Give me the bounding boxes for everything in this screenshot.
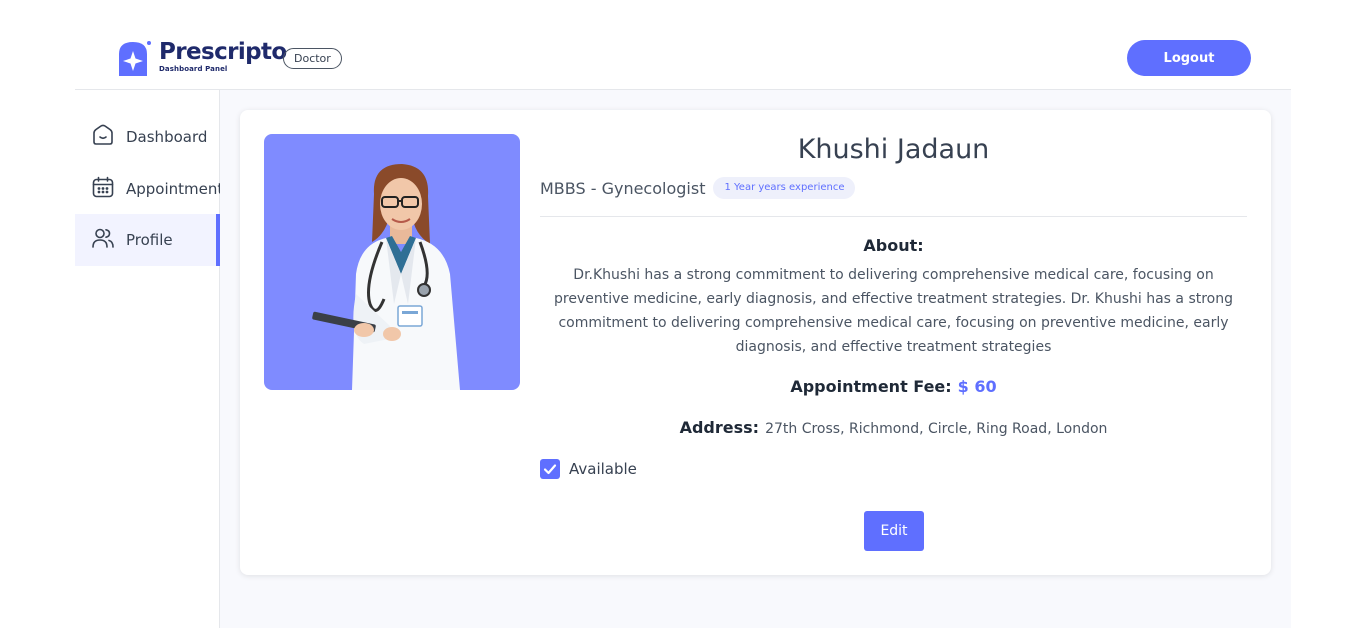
fee-label: Appointment Fee:	[790, 377, 952, 396]
doctor-degree: MBBS - Gynecologist	[540, 178, 706, 198]
doctor-name: Khushi Jadaun	[797, 134, 990, 165]
app: Prescripto Dashboard Panel Doctor Logout…	[0, 0, 1361, 628]
sidebar-item-appointments[interactable]: Appointments	[75, 163, 231, 215]
logo-icon	[115, 40, 151, 78]
address: Address: 27th Cross, Richmond, Circle, Ri…	[540, 418, 1247, 437]
home-icon	[91, 123, 115, 151]
address-label: Address:	[679, 418, 760, 437]
divider	[540, 216, 1247, 217]
doctor-info: Khushi Jadaun MBBS - Gynecologist 1 Year…	[540, 134, 1247, 479]
top-navbar: Prescripto Dashboard Panel Doctor Logout	[75, 0, 1291, 90]
sidebar: Dashboard Appointments Profile	[75, 90, 231, 628]
appointment-fee: Appointment Fee: $ 60	[540, 377, 1247, 396]
about-heading: About:	[863, 236, 924, 255]
sidebar-item-dashboard[interactable]: Dashboard	[75, 111, 220, 163]
sidebar-item-label: Appointments	[126, 180, 232, 198]
doctor-profile-card: Khushi Jadaun MBBS - Gynecologist 1 Year…	[240, 110, 1271, 575]
sidebar-item-label: Profile	[126, 231, 173, 249]
brand-subtitle: Dashboard Panel	[159, 65, 228, 73]
available-label[interactable]: Available	[569, 460, 637, 478]
available-checkbox[interactable]	[540, 459, 560, 479]
logout-button[interactable]: Logout	[1127, 40, 1251, 76]
logo[interactable]: Prescripto Dashboard Panel	[115, 40, 287, 78]
address-value: 27th Cross, Richmond, Circle, Ring Road,…	[765, 421, 1108, 437]
calendar-icon	[91, 175, 115, 203]
fee-value: $ 60	[957, 377, 997, 396]
people-icon	[91, 226, 115, 254]
role-badge: Doctor	[283, 48, 342, 69]
edit-button[interactable]: Edit	[864, 511, 924, 551]
experience-badge: 1 Year years experience	[713, 177, 856, 199]
sidebar-item-label: Dashboard	[126, 128, 208, 146]
availability-row: Available	[540, 459, 1247, 479]
doctor-photo	[264, 134, 520, 390]
main-content: Khushi Jadaun MBBS - Gynecologist 1 Year…	[220, 90, 1291, 628]
brand-name: Prescripto	[159, 39, 287, 65]
sidebar-item-profile[interactable]: Profile	[75, 214, 220, 266]
about-text: Dr.Khushi has a strong commitment to del…	[553, 267, 1234, 355]
check-icon	[543, 464, 557, 475]
